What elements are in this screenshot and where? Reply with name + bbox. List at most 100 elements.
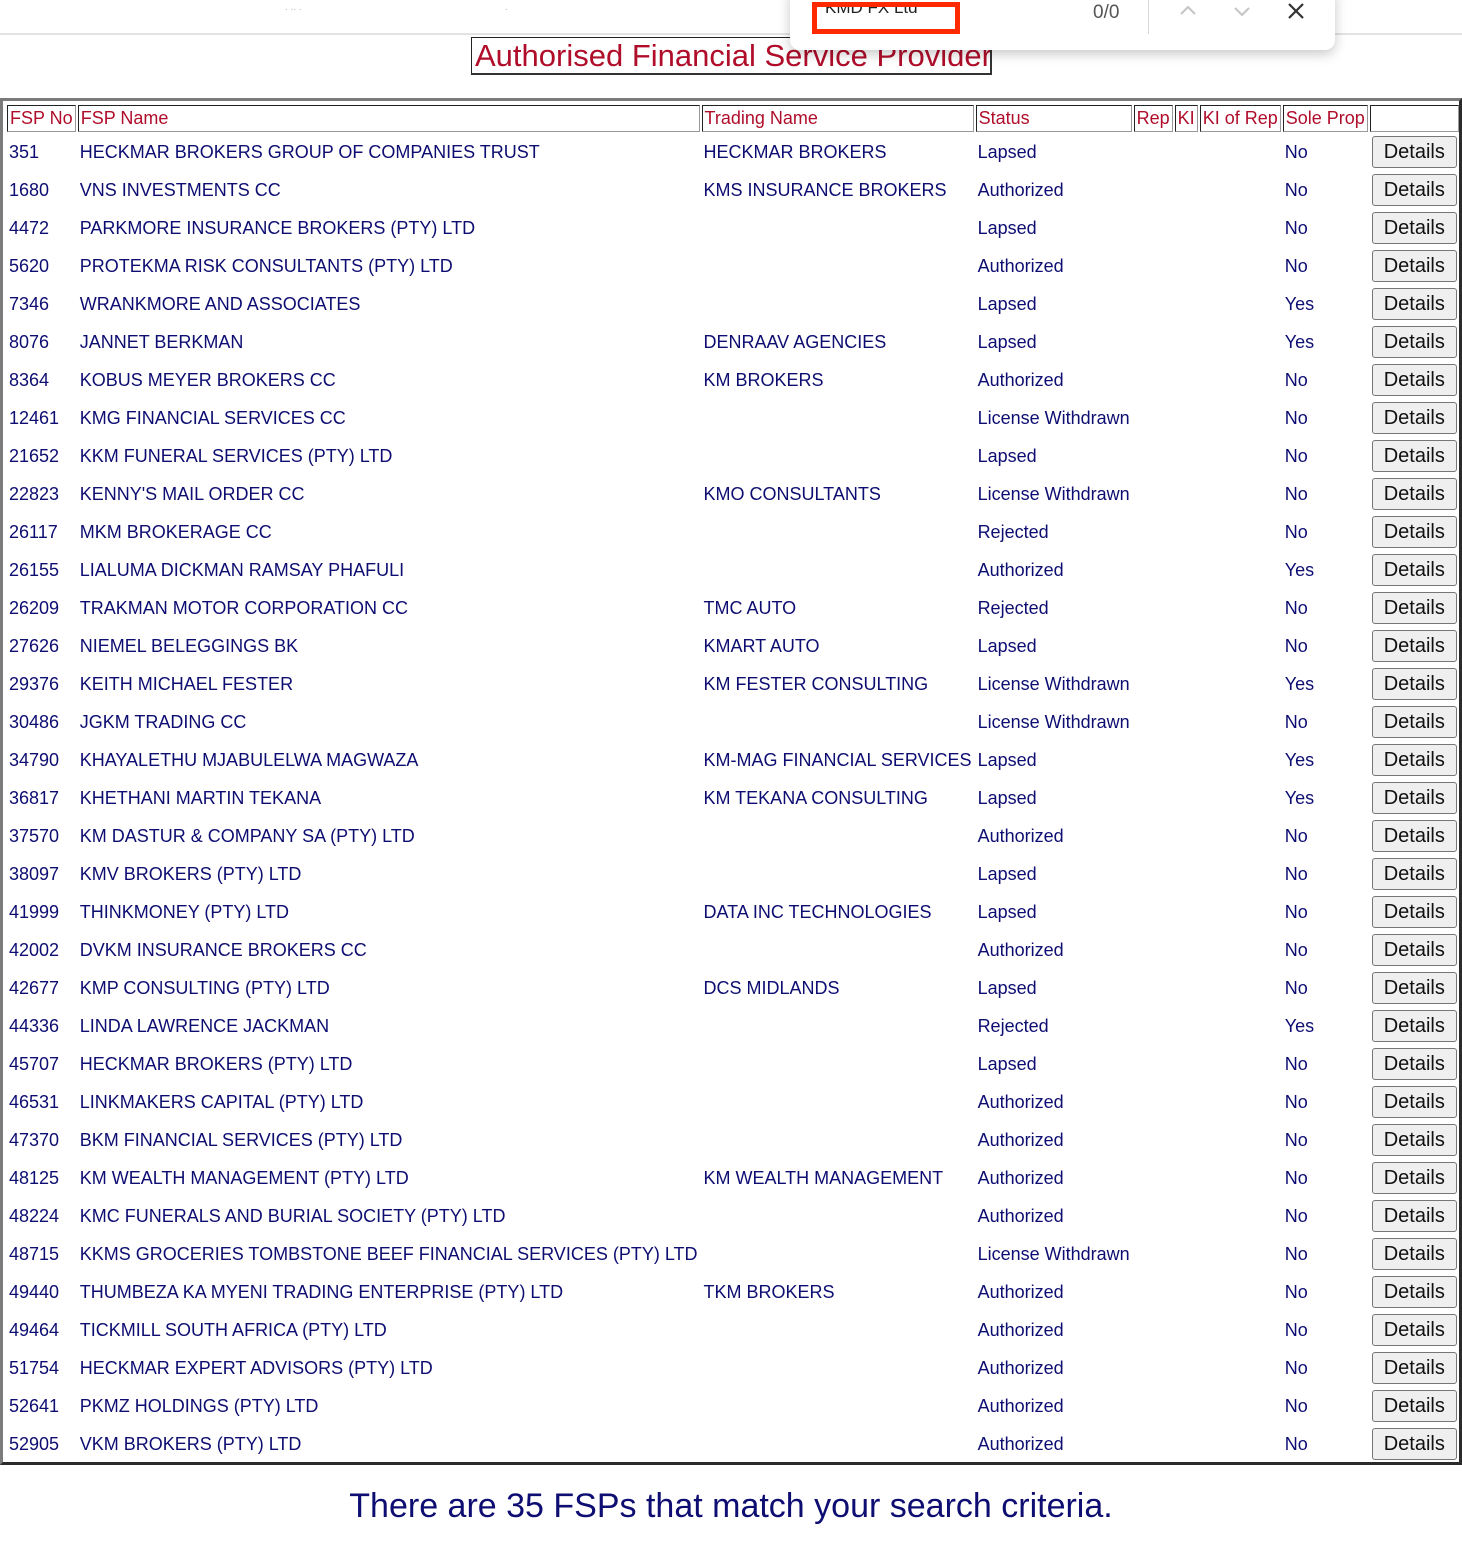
cell-sole-prop: Yes	[1284, 1015, 1315, 1036]
cell-rep	[1134, 932, 1173, 968]
cell-sole-prop: No	[1284, 1395, 1308, 1416]
details-button[interactable]: Details	[1371, 1390, 1457, 1422]
cell-status: Rejected	[977, 521, 1049, 542]
cell-rep	[1134, 894, 1173, 930]
cell-actions: Details	[1370, 894, 1459, 930]
cell-ki	[1175, 1426, 1198, 1462]
cell-ki-of-rep	[1200, 210, 1281, 246]
details-button[interactable]: Details	[1371, 1010, 1457, 1042]
details-button[interactable]: Details	[1371, 288, 1457, 320]
cell-fsp-name: KMP CONSULTING (PTY) LTD	[79, 977, 330, 998]
details-button[interactable]: Details	[1371, 212, 1457, 244]
cell-trading-name	[702, 1084, 974, 1120]
details-button[interactable]: Details	[1371, 174, 1457, 206]
details-button[interactable]: Details	[1371, 1428, 1457, 1460]
table-row: 41999 THINKMONEY (PTY) LTD DATA INC TECHNO…	[7, 894, 1459, 930]
cell-ki	[1175, 818, 1198, 854]
cell-rep	[1134, 362, 1173, 398]
details-button[interactable]: Details	[1371, 934, 1457, 966]
cell-fsp-no: 1680	[9, 179, 50, 200]
details-button[interactable]: Details	[1371, 858, 1457, 890]
cell-ki-of-rep	[1200, 666, 1281, 702]
cell-fsp-no: 48715	[9, 1243, 60, 1264]
details-button[interactable]: Details	[1371, 1314, 1457, 1346]
cell-actions: Details	[1370, 856, 1459, 892]
cell-fsp-name: LINDA LAWRENCE JACKMAN	[79, 1015, 330, 1036]
cell-trading-name	[702, 1236, 974, 1272]
details-button[interactable]: Details	[1371, 1124, 1457, 1156]
find-next-button[interactable]	[1227, 0, 1257, 26]
details-button[interactable]: Details	[1371, 706, 1457, 738]
details-button[interactable]: Details	[1371, 250, 1457, 282]
cell-status: License Withdrawn	[977, 483, 1130, 504]
cell-status: Authorized	[977, 939, 1064, 960]
cell-ki	[1175, 1122, 1198, 1158]
cell-sole-prop: No	[1284, 1243, 1308, 1264]
faded-text: . .. .	[285, 2, 302, 13]
details-button[interactable]: Details	[1371, 820, 1457, 852]
cell-trading-name	[702, 286, 974, 322]
details-button[interactable]: Details	[1371, 364, 1457, 396]
details-button[interactable]: Details	[1371, 478, 1457, 510]
cell-status: Rejected	[977, 597, 1049, 618]
cell-trading-name: TKM BROKERS	[703, 1281, 835, 1302]
cell-ki	[1175, 856, 1198, 892]
table-row: 21652 KKM FUNERAL SERVICES (PTY) LTD Lapse…	[7, 438, 1459, 474]
cell-sole-prop: Yes	[1284, 673, 1315, 694]
details-button[interactable]: Details	[1371, 402, 1457, 434]
find-close-button[interactable]	[1281, 0, 1311, 26]
details-button[interactable]: Details	[1371, 1162, 1457, 1194]
find-previous-button[interactable]	[1173, 0, 1203, 26]
cell-fsp-name: PARKMORE INSURANCE BROKERS (PTY) LTD	[79, 217, 476, 238]
details-button[interactable]: Details	[1371, 1238, 1457, 1270]
cell-ki	[1175, 476, 1198, 512]
cell-fsp-no: 44336	[9, 1015, 60, 1036]
cell-ki-of-rep	[1200, 628, 1281, 664]
cell-actions: Details	[1370, 1160, 1459, 1196]
cell-actions: Details	[1370, 1122, 1459, 1158]
details-button[interactable]: Details	[1371, 1352, 1457, 1384]
details-button[interactable]: Details	[1371, 630, 1457, 662]
cell-trading-name: KM BROKERS	[703, 369, 824, 390]
details-button[interactable]: Details	[1371, 782, 1457, 814]
cell-rep	[1134, 1274, 1173, 1310]
cell-rep	[1134, 818, 1173, 854]
details-button[interactable]: Details	[1371, 1200, 1457, 1232]
cell-fsp-no: 46531	[9, 1091, 60, 1112]
details-button[interactable]: Details	[1371, 136, 1457, 168]
cell-ki-of-rep	[1200, 438, 1281, 474]
cell-fsp-no: 8364	[9, 369, 50, 390]
details-button[interactable]: Details	[1371, 744, 1457, 776]
cell-trading-name	[702, 1046, 974, 1082]
close-icon	[1288, 3, 1304, 19]
cell-trading-name: KMART AUTO	[703, 635, 820, 656]
cell-sole-prop: Yes	[1284, 559, 1315, 580]
details-button[interactable]: Details	[1371, 972, 1457, 1004]
cell-ki	[1175, 1008, 1198, 1044]
details-button[interactable]: Details	[1371, 1276, 1457, 1308]
details-button[interactable]: Details	[1371, 1048, 1457, 1080]
cell-ki	[1175, 552, 1198, 588]
details-button[interactable]: Details	[1371, 554, 1457, 586]
details-button[interactable]: Details	[1371, 896, 1457, 928]
cell-sole-prop: No	[1284, 369, 1308, 390]
cell-rep	[1134, 666, 1173, 702]
cell-status: Authorized	[977, 1205, 1064, 1226]
table-row: 27626 NIEMEL BELEGGINGS BK KMART AUTO Lapse…	[7, 628, 1459, 664]
cell-ki-of-rep	[1200, 856, 1281, 892]
cell-trading-name: KM-MAG FINANCIAL SERVICES	[703, 749, 972, 770]
cell-sole-prop: Yes	[1284, 787, 1315, 808]
table-row: 48224 KMC FUNERALS AND BURIAL SOCIETY (PT…	[7, 1198, 1459, 1234]
details-button[interactable]: Details	[1371, 1086, 1457, 1118]
details-button[interactable]: Details	[1371, 440, 1457, 472]
cell-trading-name	[702, 438, 974, 474]
details-button[interactable]: Details	[1371, 592, 1457, 624]
details-button[interactable]: Details	[1371, 516, 1457, 548]
find-input[interactable]: KMD FX Ltd	[812, 2, 960, 34]
cell-trading-name: DATA INC TECHNOLOGIES	[703, 901, 932, 922]
details-button[interactable]: Details	[1371, 668, 1457, 700]
cell-rep	[1134, 780, 1173, 816]
details-button[interactable]: Details	[1371, 326, 1457, 358]
cell-ki-of-rep	[1200, 1008, 1281, 1044]
table-row: 36817 KHETHANI MARTIN TEKANA KM TEKANA CON…	[7, 780, 1459, 816]
